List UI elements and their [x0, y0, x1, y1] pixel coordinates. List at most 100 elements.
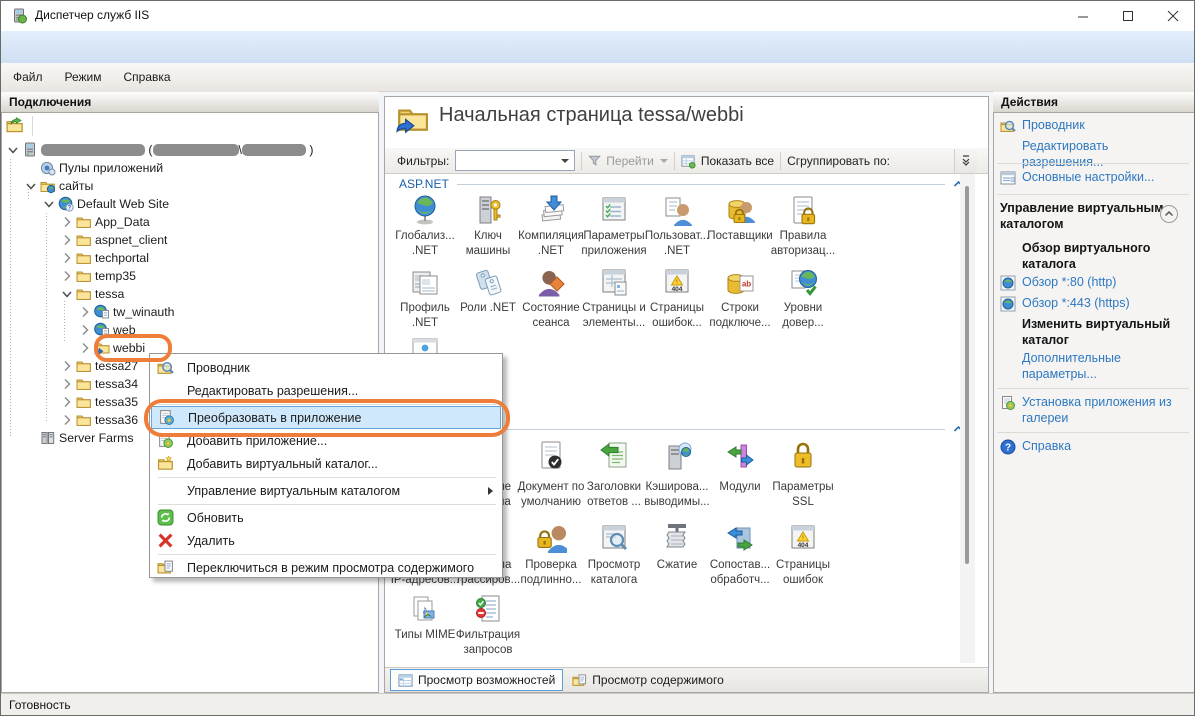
tree-expander-right-icon[interactable] — [77, 304, 93, 320]
tab-content-view[interactable]: Просмотр содержимого — [565, 670, 730, 690]
page-title: Начальная страница tessa/webbi — [439, 104, 744, 127]
tree-expander-down-icon[interactable] — [59, 286, 75, 302]
feature-tile[interactable] — [453, 593, 523, 627]
feature-tile[interactable] — [516, 440, 586, 474]
tree-expander-right-icon[interactable] — [77, 322, 93, 338]
group-by-label: Сгруппировать по: — [787, 154, 890, 168]
virtual-directory-icon — [395, 102, 429, 136]
action-item[interactable]: Обзор *:443 (https) — [993, 295, 1193, 311]
tree-expander-down-icon[interactable] — [23, 178, 39, 194]
context-menu-item-label: Управление виртуальным каталогом — [187, 484, 400, 498]
tree-expander-right-icon[interactable] — [59, 250, 75, 266]
group-collapse-button[interactable] — [1159, 204, 1179, 228]
filter-overflow-button[interactable] — [954, 149, 977, 173]
feature-tile[interactable] — [642, 194, 712, 228]
context-menu-item[interactable]: Преобразовать в приложение — [151, 406, 501, 429]
feature-tile[interactable] — [453, 194, 523, 228]
scrollbar-thumb[interactable] — [965, 186, 969, 564]
machine-key-icon — [472, 194, 504, 226]
tree-item-default-web-site[interactable]: ?Default Web Site — [1, 195, 378, 213]
close-button[interactable] — [1150, 1, 1195, 31]
tab-features-view[interactable]: Просмотр возможностей — [390, 669, 563, 691]
feature-tile[interactable] — [579, 440, 649, 474]
feature-tile[interactable] — [768, 266, 838, 300]
feature-tile[interactable] — [768, 194, 838, 228]
feature-tile[interactable]: !404 — [768, 522, 838, 556]
feature-tile[interactable]: !404 — [642, 266, 712, 300]
filters-label: Фильтры: — [397, 154, 449, 168]
tree-item-tessa[interactable]: tessa — [1, 285, 378, 303]
action-item[interactable]: Обзор *:80 (http) — [993, 274, 1193, 290]
tree-expander-down-icon[interactable] — [41, 196, 57, 212]
tree-expander-right-icon[interactable] — [77, 340, 93, 356]
go-button[interactable]: Перейти — [606, 154, 654, 168]
feature-tile[interactable] — [768, 440, 838, 474]
app-icon — [11, 8, 27, 24]
menu-help[interactable]: Справка — [114, 70, 181, 84]
action-item[interactable]: Редактировать разрешения... — [993, 138, 1193, 170]
feature-tile[interactable] — [516, 194, 586, 228]
feature-tile[interactable] — [579, 194, 649, 228]
app-pools-icon — [40, 160, 56, 176]
action-item[interactable]: Основные настройки... — [993, 169, 1193, 185]
folder-icon — [76, 268, 92, 284]
tree-item--[interactable]: сайты — [1, 177, 378, 195]
context-menu-item[interactable]: Обновить — [151, 506, 501, 529]
context-menu-item[interactable]: Удалить — [151, 529, 501, 552]
context-menu-item[interactable]: Переключиться в режим просмотра содержим… — [151, 556, 501, 579]
context-menu-item-label: Добавить приложение... — [187, 434, 327, 448]
context-menu-item[interactable]: Добавить приложение... — [151, 429, 501, 452]
feature-tile[interactable] — [705, 194, 775, 228]
webapp-icon — [94, 304, 110, 320]
feature-tile[interactable]: ♪ — [390, 593, 460, 627]
tree-item-aspnet-client[interactable]: aspnet_client — [1, 231, 378, 249]
tree-item-tw-winauth[interactable]: tw_winauth — [1, 303, 378, 321]
tree-expander-right-icon[interactable] — [59, 394, 75, 410]
menu-view[interactable]: Режим — [55, 70, 112, 84]
tree-expander-right-icon[interactable] — [59, 358, 75, 374]
action-item[interactable]: Дополнительныепараметры... — [993, 350, 1193, 382]
tree-item-techportal[interactable]: techportal — [1, 249, 378, 267]
feature-tile[interactable] — [705, 522, 775, 556]
feature-tile[interactable] — [705, 440, 775, 474]
tree-item-app-data[interactable]: App_Data — [1, 213, 378, 231]
tree-expander-right-icon[interactable] — [59, 268, 75, 284]
context-menu-item[interactable]: Добавить виртуальный каталог... — [151, 452, 501, 475]
maximize-button[interactable] — [1105, 1, 1150, 31]
feature-tile[interactable] — [516, 522, 586, 556]
feature-tile[interactable] — [516, 266, 586, 300]
content-view-icon — [572, 673, 587, 688]
tree-item-server[interactable]: (\ ) — [1, 141, 378, 159]
content-scrollbar[interactable] — [960, 174, 975, 663]
feature-tile[interactable]: ab — [705, 266, 775, 300]
filter-combobox[interactable] — [455, 150, 575, 171]
action-item[interactable]: Проводник — [993, 117, 1193, 133]
action-item[interactable]: Установка приложения изгалереи — [993, 394, 1193, 426]
tree-expander-down-icon[interactable] — [5, 142, 21, 158]
show-all-button[interactable]: Показать все — [701, 154, 774, 168]
connect-toolbar-button[interactable] — [6, 116, 26, 136]
feature-tile[interactable] — [579, 266, 649, 300]
tree-expander-right-icon[interactable] — [59, 232, 75, 248]
context-menu-item[interactable]: Управление виртуальным каталогом — [151, 479, 501, 502]
feature-tile[interactable] — [390, 266, 460, 300]
tree-item--[interactable]: Пулы приложений — [1, 159, 378, 177]
action-item-label: галереи — [1022, 410, 1193, 426]
menu-file[interactable]: Файл — [3, 70, 53, 84]
tree-expander-right-icon[interactable] — [59, 412, 75, 428]
feature-tile[interactable] — [642, 522, 712, 556]
feature-tile[interactable] — [390, 194, 460, 228]
minimize-button[interactable] — [1060, 1, 1105, 31]
context-menu-item[interactable]: Редактировать разрешения... — [151, 379, 501, 402]
context-menu-item[interactable]: Проводник — [151, 356, 501, 379]
feature-tile[interactable] — [642, 440, 712, 474]
tree-item-temp35[interactable]: temp35 — [1, 267, 378, 285]
feature-tile[interactable] — [579, 522, 649, 556]
action-item[interactable]: ?Справка — [993, 438, 1193, 454]
tree-expander-right-icon[interactable] — [59, 376, 75, 392]
tree-expander-right-icon[interactable] — [59, 214, 75, 230]
go-dropdown-arrow[interactable] — [660, 159, 668, 163]
tree-item-web[interactable]: web — [1, 321, 378, 339]
feature-tile[interactable] — [453, 266, 523, 300]
tree-item-label: Server Farms — [59, 431, 133, 445]
